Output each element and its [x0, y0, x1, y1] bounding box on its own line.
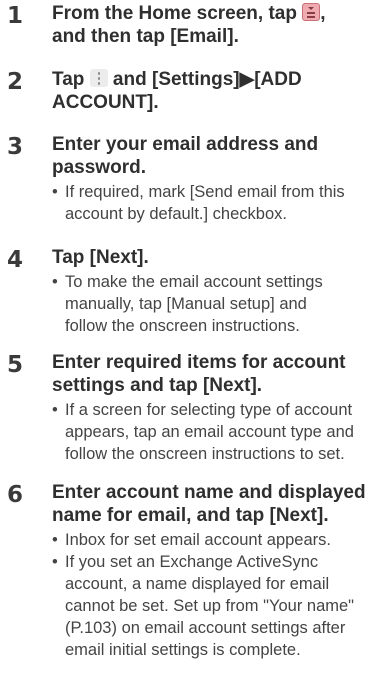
step-title: Enter required items for account setting… [52, 351, 376, 397]
apps-list-icon [302, 3, 321, 21]
step-number: 3 [7, 134, 24, 160]
step-number: 2 [7, 69, 24, 95]
step-notes: If required, mark [Send email from this … [52, 181, 374, 225]
note-line: Inbox for set email account appears. [65, 531, 331, 549]
step-title-text: and [Settings]▶[ADD [107, 69, 302, 90]
step-title-line: name for email, and tap [Next]. [52, 505, 329, 526]
step-title: From the Home screen, tap , and then tap… [52, 2, 376, 48]
step-title-line: Enter account name and displayed [52, 482, 366, 503]
step-title: Tap [Next]. [52, 246, 376, 269]
step-title-text: ACCOUNT]. [52, 92, 159, 113]
note-line: manually, tap [Manual setup] and [65, 295, 307, 313]
step-title-text: , [320, 3, 326, 24]
step-title: Tap and [Settings]▶[ADD ACCOUNT]. [52, 68, 376, 114]
step-note: Inbox for set email account appears. [52, 529, 374, 551]
note-line: cannot be set. Set up from "Your name" [65, 597, 355, 615]
step-title-line: Enter required items for account [52, 352, 346, 373]
step-notes: Inbox for set email account appears. If … [52, 529, 374, 661]
step-title-line: Tap [Next]. [52, 247, 149, 268]
step-note: If a screen for selecting type of accoun… [52, 399, 374, 465]
note-line: appears, tap an email account type and [65, 423, 354, 441]
menu-dots-icon [89, 69, 108, 87]
step-title-line: password. [52, 157, 146, 178]
step-title-text: and then tap [Email]. [52, 26, 239, 47]
instruction-page: 1 From the Home screen, tap , and then t… [0, 0, 382, 687]
note-line: follow the onscreen instructions. [65, 317, 300, 335]
step-note: To make the email account settings manua… [52, 271, 374, 337]
step-number: 6 [7, 482, 24, 508]
note-line: follow the onscreen instructions to set. [65, 445, 345, 463]
note-line: If required, mark [Send email from this [65, 183, 345, 201]
note-line: If you set an Exchange ActiveSync [65, 553, 319, 571]
step-number: 1 [7, 3, 24, 29]
note-line: To make the email account settings [65, 273, 323, 291]
step-note: If required, mark [Send email from this … [52, 181, 374, 225]
note-line: email initial settings is complete. [65, 641, 301, 659]
note-line: account, a name displayed for email [65, 575, 330, 593]
step-notes: To make the email account settings manua… [52, 271, 374, 337]
step-title-line: settings and tap [Next]. [52, 375, 263, 396]
note-line: If a screen for selecting type of accoun… [65, 401, 353, 419]
step-notes: If a screen for selecting type of accoun… [52, 399, 374, 465]
step-note: If you set an Exchange ActiveSync accoun… [52, 551, 374, 661]
step-title-text: Tap [52, 69, 90, 90]
step-number: 5 [7, 352, 24, 378]
step-number: 4 [7, 247, 24, 273]
step-title-line: Enter your email address and [52, 134, 319, 155]
step-title: Enter account name and displayed name fo… [52, 481, 376, 527]
step-title: Enter your email address and password. [52, 133, 376, 179]
note-line: account by default.] checkbox. [65, 205, 287, 223]
step-title-text: From the Home screen, tap [52, 3, 303, 24]
note-line: (P.103) on email account settings after [65, 619, 346, 637]
